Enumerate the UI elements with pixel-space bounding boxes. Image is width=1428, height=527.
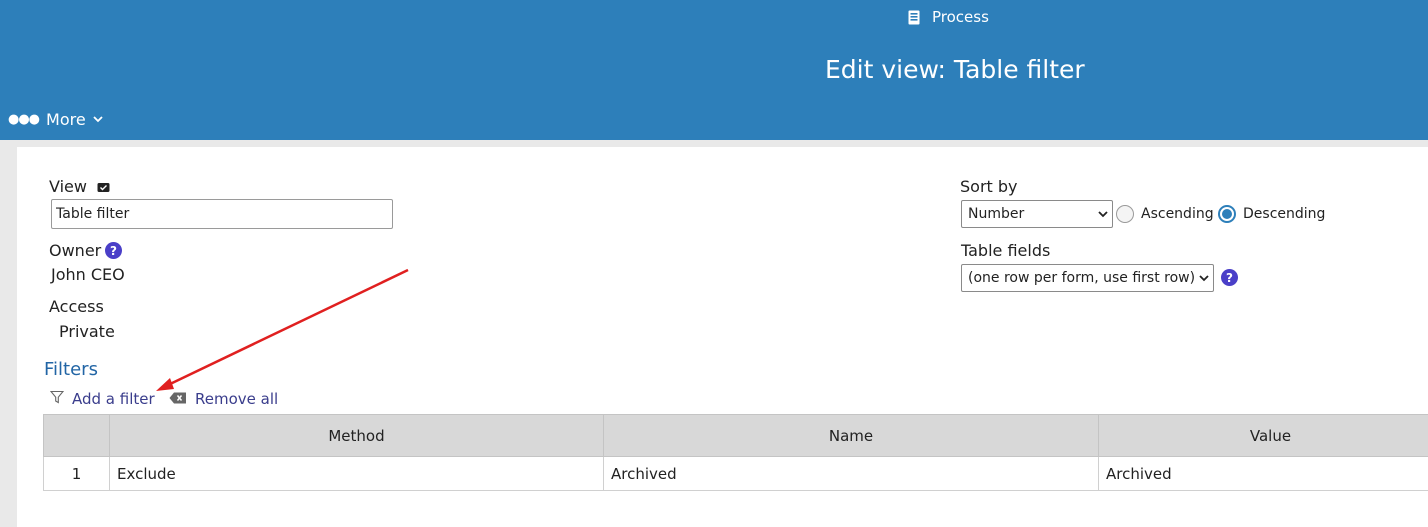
owner-value: John CEO (51, 265, 125, 284)
document-icon (908, 10, 920, 25)
descending-label: Descending (1243, 206, 1325, 222)
table-fields-value: (one row per form, use first row) (968, 270, 1195, 286)
edit-icon[interactable] (97, 178, 110, 197)
help-icon[interactable]: ? (105, 242, 122, 259)
method-cell[interactable]: Exclude (110, 457, 604, 491)
descending-radio[interactable] (1218, 205, 1236, 223)
column-header-method: Method (110, 415, 604, 457)
table-row[interactable]: 1 Exclude Archived Archived (44, 457, 1428, 491)
filters-table: Method Name Value 1 Exclude Archived Arc… (43, 414, 1428, 491)
page-title: Edit view: Table filter (825, 55, 1085, 84)
ascending-radio[interactable] (1116, 205, 1134, 223)
edit-view-panel: View Owner ? John CEO Access Private Fil… (17, 147, 1428, 527)
sort-by-label: Sort by (960, 177, 1018, 196)
process-label: Process (932, 8, 989, 26)
filter-icon (50, 390, 64, 408)
access-label: Access (49, 297, 104, 316)
view-label: View (49, 177, 110, 197)
remove-all-label: Remove all (195, 390, 278, 408)
clear-icon (169, 390, 187, 408)
top-header: Process Edit view: Table filter ●●● More (0, 0, 1428, 140)
sort-by-value: Number (968, 206, 1024, 222)
more-menu[interactable]: ●●● More (8, 110, 103, 129)
ascending-label: Ascending (1141, 206, 1214, 222)
filters-heading: Filters (44, 359, 98, 380)
chevron-down-icon (1098, 211, 1108, 218)
sort-by-select[interactable]: Number (961, 200, 1113, 228)
remove-all-link[interactable]: Remove all (169, 390, 278, 408)
column-header-name: Name (604, 415, 1099, 457)
view-name-input[interactable] (51, 199, 393, 229)
more-label: More (46, 110, 86, 129)
chevron-down-icon (93, 116, 103, 123)
process-link[interactable]: Process (908, 8, 989, 26)
add-filter-label: Add a filter (72, 390, 155, 408)
value-cell[interactable]: Archived (1099, 457, 1428, 491)
add-filter-link[interactable]: Add a filter (50, 390, 155, 408)
help-icon[interactable]: ? (1221, 269, 1238, 286)
column-header-value: Value (1099, 415, 1428, 457)
chevron-down-icon (1199, 275, 1209, 282)
owner-label: Owner (49, 241, 101, 260)
ellipsis-icon: ●●● (8, 113, 39, 126)
name-cell[interactable]: Archived (604, 457, 1099, 491)
access-value: Private (59, 322, 115, 341)
row-index: 1 (44, 457, 110, 491)
table-fields-label: Table fields (961, 241, 1050, 260)
table-fields-select[interactable]: (one row per form, use first row) (961, 264, 1214, 292)
table-header-row: Method Name Value (44, 415, 1428, 457)
index-column-header (44, 415, 110, 457)
